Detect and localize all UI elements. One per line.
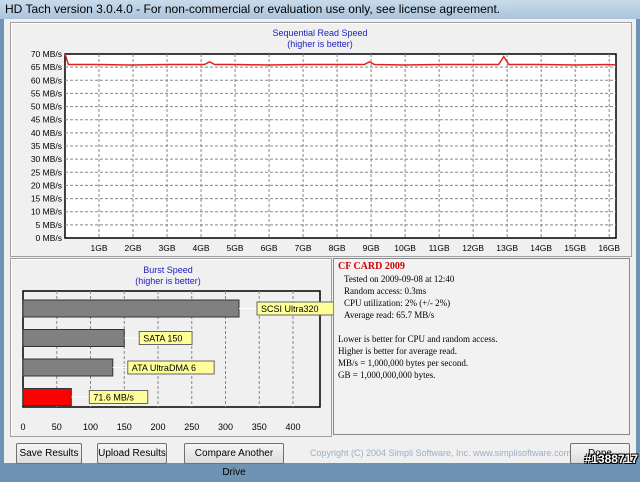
x-tick-label: 13GB [496, 243, 518, 253]
chart-title: Burst Speed [143, 265, 193, 275]
cpu-utilization: CPU utilization: 2% (+/- 2%) [344, 298, 451, 308]
x-tick-label: 15GB [564, 243, 586, 253]
bar-label: 71.6 MB/s [93, 393, 134, 403]
x-tick-label: 0 [20, 422, 25, 432]
results-info-panel: CF CARD 2009 Tested on 2009-09-08 at 12:… [333, 258, 630, 435]
burst-bar [22, 388, 72, 406]
drive-name: CF CARD 2009 [338, 261, 405, 272]
x-tick-label: 9GB [363, 243, 380, 253]
average-read: Average read: 65.7 MB/s [344, 310, 435, 320]
burst-bar [22, 358, 114, 377]
chart-subtitle: (higher is better) [135, 276, 201, 286]
x-tick-label: 10GB [394, 243, 416, 253]
bar-label: SATA 150 [143, 334, 182, 344]
note: GB = 1,000,000,000 bytes. [338, 370, 436, 380]
upload-results-button[interactable]: Upload Results [97, 443, 167, 464]
x-tick-label: 250 [184, 422, 199, 432]
compare-another-drive-button[interactable]: Compare Another Drive [184, 443, 284, 478]
note: Higher is better for average read. [338, 346, 457, 356]
x-tick-label: 350 [252, 422, 267, 432]
x-tick-label: 14GB [530, 243, 552, 253]
random-access: Random access: 0.3ms [344, 286, 427, 296]
x-tick-label: 11GB [429, 243, 450, 253]
burst-speed-chart: Burst Speed(higher is better) 0 50 100 150 20… [20, 265, 335, 432]
x-tick-label: 16GB [598, 243, 620, 253]
burst-bar [22, 299, 240, 318]
note: Lower is better for CPU and random acces… [338, 334, 498, 344]
x-tick-label: 300 [218, 422, 233, 432]
bar-label: ATA UltraDMA 6 [132, 363, 196, 373]
burst-bar [22, 329, 125, 347]
x-tick-label: 150 [117, 422, 132, 432]
copyright-text: Copyright (C) 2004 Simpli Software, Inc.… [310, 448, 572, 458]
note: MB/s = 1,000,000 bytes per second. [338, 358, 469, 368]
save-results-button[interactable]: Save Results [16, 443, 82, 464]
bar-label: SCSI Ultra320 [261, 304, 319, 314]
x-tick-label: 400 [285, 422, 300, 432]
watermark: #1388717 [584, 452, 638, 466]
x-tick-label: 200 [150, 422, 165, 432]
x-tick-label: 50 [52, 422, 62, 432]
x-tick-label: 100 [83, 422, 98, 432]
x-tick-label: 12GB [462, 243, 484, 253]
tested-date: Tested on 2009-09-08 at 12:40 [344, 274, 455, 284]
